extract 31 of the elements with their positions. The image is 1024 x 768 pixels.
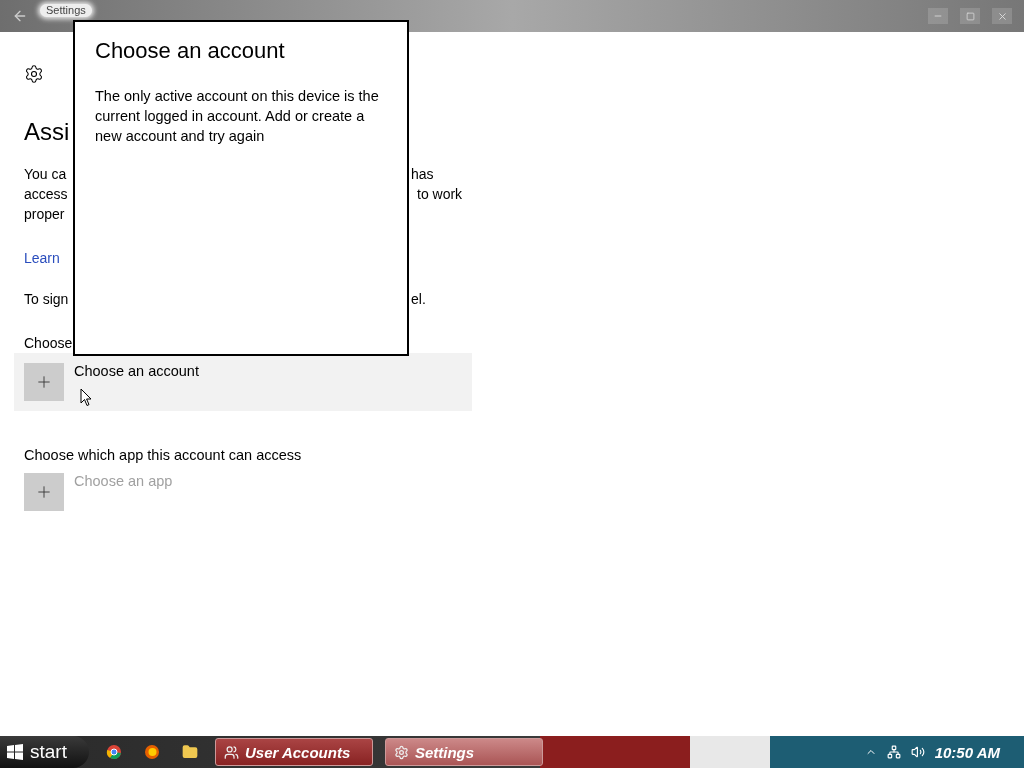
section-heading: Assi xyxy=(24,118,70,146)
description-text: has xyxy=(411,165,434,184)
start-button[interactable]: start xyxy=(0,736,89,768)
back-icon[interactable] xyxy=(12,8,28,24)
window-title: Settings xyxy=(40,4,92,17)
plus-icon xyxy=(24,473,64,511)
description-text: proper xyxy=(24,205,65,224)
users-icon xyxy=(223,744,239,760)
close-icon xyxy=(996,10,1008,22)
sign-in-text: el. xyxy=(411,290,426,309)
clock-text[interactable]: 10:50 AM xyxy=(934,743,1000,761)
dialog-title: Choose an account xyxy=(95,38,286,64)
pointer-cursor-icon xyxy=(80,388,92,407)
taskbar-window-button[interactable]: User Accounts xyxy=(214,738,373,766)
maximize-icon xyxy=(965,11,975,21)
learn-more-link[interactable]: Learn xyxy=(24,248,60,268)
network-icon[interactable] xyxy=(886,745,901,759)
gear-icon xyxy=(393,744,409,760)
sign-in-text: To sign xyxy=(24,290,69,309)
dialog-message: The only active account on this device is the current logged in account. Add or create a new account and try again xyxy=(95,87,380,146)
description-text: to work xyxy=(417,185,463,204)
add-account-button[interactable]: Choose an account xyxy=(14,353,472,411)
taskbar-window-button[interactable]: Settings xyxy=(384,738,543,766)
description-text: access xyxy=(24,185,68,204)
settings-icon xyxy=(24,64,44,84)
app-label: Choose which app this account can access xyxy=(24,447,302,463)
account-label: Choose xyxy=(24,334,73,353)
plus-icon xyxy=(24,363,64,401)
windows-logo-icon xyxy=(6,743,24,761)
volume-icon[interactable] xyxy=(910,745,925,759)
description-text: You ca xyxy=(24,165,67,184)
